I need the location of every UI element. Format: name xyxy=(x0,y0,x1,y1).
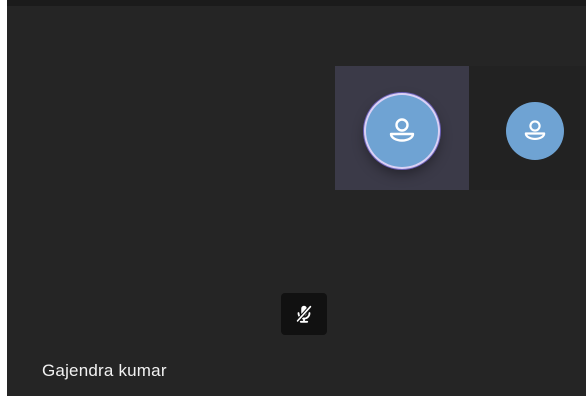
participant-avatar xyxy=(506,102,564,160)
participant-name-label: Gajendra kumar xyxy=(42,361,167,380)
top-bar xyxy=(7,0,586,6)
microphone-muted-icon xyxy=(295,304,313,323)
person-icon xyxy=(524,120,546,140)
person-icon xyxy=(389,118,415,142)
mute-toggle-button[interactable] xyxy=(281,293,327,335)
video-stage: Gajendra kumar xyxy=(7,0,586,396)
participant-avatar-active xyxy=(366,95,438,167)
